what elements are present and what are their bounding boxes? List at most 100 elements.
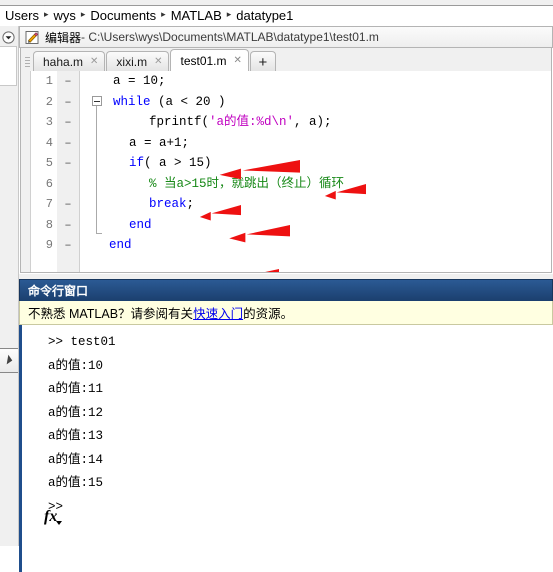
breadcrumb-separator-2: ▸ xyxy=(161,9,166,19)
code-text: break; xyxy=(149,194,194,215)
code-token: % 当a>15时，就跳出（终止）循环 xyxy=(149,176,345,191)
notice-suffix-text: 的资源。 xyxy=(243,307,294,321)
command-output-line: >> xyxy=(48,499,64,514)
line-number: 6 xyxy=(45,176,53,191)
line-number: 4 xyxy=(45,135,53,150)
command-output-line: a的值:11 xyxy=(48,382,104,396)
line-number: 5 xyxy=(45,156,53,170)
line-number: 8 xyxy=(45,217,53,232)
code-token: , a); xyxy=(294,115,332,129)
code-text: % 当a>15时，就跳出（终止）循环 xyxy=(149,174,344,195)
code-text: a = a+1; xyxy=(129,133,189,154)
grip-row xyxy=(25,60,30,61)
code-editor-area[interactable]: 1– a = 10; 2– while (a < 20 ) 3– fprintf('a的值… xyxy=(20,71,552,273)
code-line: 5– if( a > 15) xyxy=(21,153,551,174)
code-token: a = a+1; xyxy=(129,135,190,150)
editor-title-label: 编辑器 xyxy=(45,30,82,45)
code-token: if xyxy=(129,156,145,170)
executable-line-mark: – xyxy=(64,94,72,109)
breadcrumb-item-3[interactable]: MATLAB xyxy=(168,8,225,23)
command-output-line: a的值:10 xyxy=(48,358,104,373)
close-icon[interactable]: ✕ xyxy=(154,57,162,67)
command-window-titlebar: 命令行窗口 xyxy=(19,279,553,301)
code-text: end xyxy=(109,235,132,256)
editor-pencil-icon xyxy=(25,30,40,45)
close-icon[interactable]: ✕ xyxy=(90,57,98,67)
rail-collapsed-tab-icon: ◢ xyxy=(1,353,13,366)
left-rail: ◢ xyxy=(0,26,19,546)
code-token: (a < 20 ) xyxy=(150,94,226,109)
code-token: a = 10; xyxy=(113,74,166,88)
code-fold-guide-foot xyxy=(96,233,102,234)
breadcrumb-item-1[interactable]: wys xyxy=(50,8,78,23)
line-number: 9 xyxy=(45,238,53,252)
line-number: 3 xyxy=(45,115,53,129)
editor-title-path: - C:\Users\wys\Documents\MATLAB\datatype… xyxy=(81,30,379,44)
code-token: end xyxy=(129,217,152,232)
command-output-line: a的值:14 xyxy=(48,452,104,467)
code-token: 'a的值:%d\n' xyxy=(209,115,295,129)
line-number: 1 xyxy=(45,74,53,88)
breadcrumb-item-0[interactable]: Users xyxy=(2,8,42,23)
code-line: 3– fprintf('a的值:%d\n', a); xyxy=(21,112,551,133)
code-text: if( a > 15) xyxy=(129,153,212,174)
code-token: break xyxy=(149,197,187,211)
tab-strip-grip[interactable] xyxy=(23,52,32,72)
editor-titlebar: 编辑器 - C:\Users\wys\Documents\MATLAB\data… xyxy=(19,26,553,48)
tab-haha-m[interactable]: haha.m ✕ xyxy=(33,51,106,72)
command-output-line: >> test01 xyxy=(48,335,116,349)
breadcrumb-separator-3: ▸ xyxy=(226,9,232,19)
executable-line-mark: – xyxy=(64,115,72,129)
code-token: while xyxy=(113,94,151,109)
tab-xixi-m[interactable]: xixi.m ✕ xyxy=(106,51,170,72)
tab-label: test01.m xyxy=(180,53,227,68)
grip-row xyxy=(25,57,30,58)
grip-row xyxy=(25,66,30,67)
code-token: ; xyxy=(186,197,195,211)
code-line: 6 % 当a>15时，就跳出（终止）循环 xyxy=(21,174,551,195)
command-output-line: a的值:12 xyxy=(48,405,104,420)
tab-test01-m[interactable]: test01.m ✕ xyxy=(170,49,249,72)
breadcrumb-item-2[interactable]: Documents xyxy=(87,8,159,23)
editor-panel: 编辑器 - C:\Users\wys\Documents\MATLAB\data… xyxy=(19,26,553,274)
breadcrumb-item-4[interactable]: datatype1 xyxy=(233,8,296,23)
code-token: fprintf( xyxy=(149,115,210,129)
code-fold-toggle-icon[interactable] xyxy=(92,96,102,106)
executable-line-mark: – xyxy=(64,74,72,88)
command-window-output: >> test01 a的值:10 a的值:11 a的值:12 a的值:13 a的值:14 a… xyxy=(48,331,528,519)
code-line: 7– break; xyxy=(21,194,551,215)
code-token: ( a > 15) xyxy=(144,156,212,170)
command-output-line: a的值:13 xyxy=(48,429,104,443)
breadcrumb-separator-1: ▸ xyxy=(80,9,86,19)
fx-dropdown-caret-icon[interactable] xyxy=(56,521,62,525)
command-window-panel: 命令行窗口 不熟悉 MATLAB？请参阅有关 快速入门 的资源。 >> test01… xyxy=(19,279,553,572)
command-window-body[interactable]: >> test01 a的值:10 a的值:11 a的值:12 a的值:13 a的值:14 a… xyxy=(19,325,553,572)
executable-line-mark: – xyxy=(64,197,72,211)
notice-prefix-text: 不熟悉 MATLAB？请参阅有关 xyxy=(28,307,194,321)
executable-line-mark: – xyxy=(64,238,72,252)
command-window-gutter xyxy=(22,325,44,572)
code-token: end xyxy=(109,238,132,252)
code-line: 9– end xyxy=(21,235,551,256)
code-text: a = 10; xyxy=(113,71,166,92)
command-window-title: 命令行窗口 xyxy=(28,284,89,298)
command-window-notice: 不熟悉 MATLAB？请参阅有关 快速入门 的资源。 xyxy=(19,301,553,325)
new-tab-button[interactable]: + xyxy=(249,51,276,72)
editor-tab-strip: haha.m ✕ xixi.m ✕ test01.m ✕ + xyxy=(20,48,552,72)
quick-start-link[interactable]: 快速入门 xyxy=(193,303,243,322)
line-number: 7 xyxy=(45,197,53,211)
code-text: fprintf('a的值:%d\n', a); xyxy=(149,112,332,133)
code-line: 8– end xyxy=(21,215,551,236)
close-icon[interactable]: ✕ xyxy=(234,55,242,66)
chevron-down-icon[interactable] xyxy=(1,30,15,44)
tab-label: xixi.m xyxy=(116,55,148,69)
executable-line-mark: – xyxy=(64,135,72,150)
rail-panel-placeholder xyxy=(0,46,17,86)
line-number: 2 xyxy=(45,94,53,109)
executable-line-mark: – xyxy=(64,156,72,170)
tab-label: haha.m xyxy=(43,55,84,69)
code-line: 1– a = 10; xyxy=(21,71,551,92)
rail-collapsed-tab[interactable]: ◢ xyxy=(0,348,18,373)
breadcrumb[interactable]: Users ▸ wys ▸ Documents ▸ MATLAB ▸ datat… xyxy=(0,6,553,26)
breadcrumb-separator-0: ▸ xyxy=(43,9,49,19)
